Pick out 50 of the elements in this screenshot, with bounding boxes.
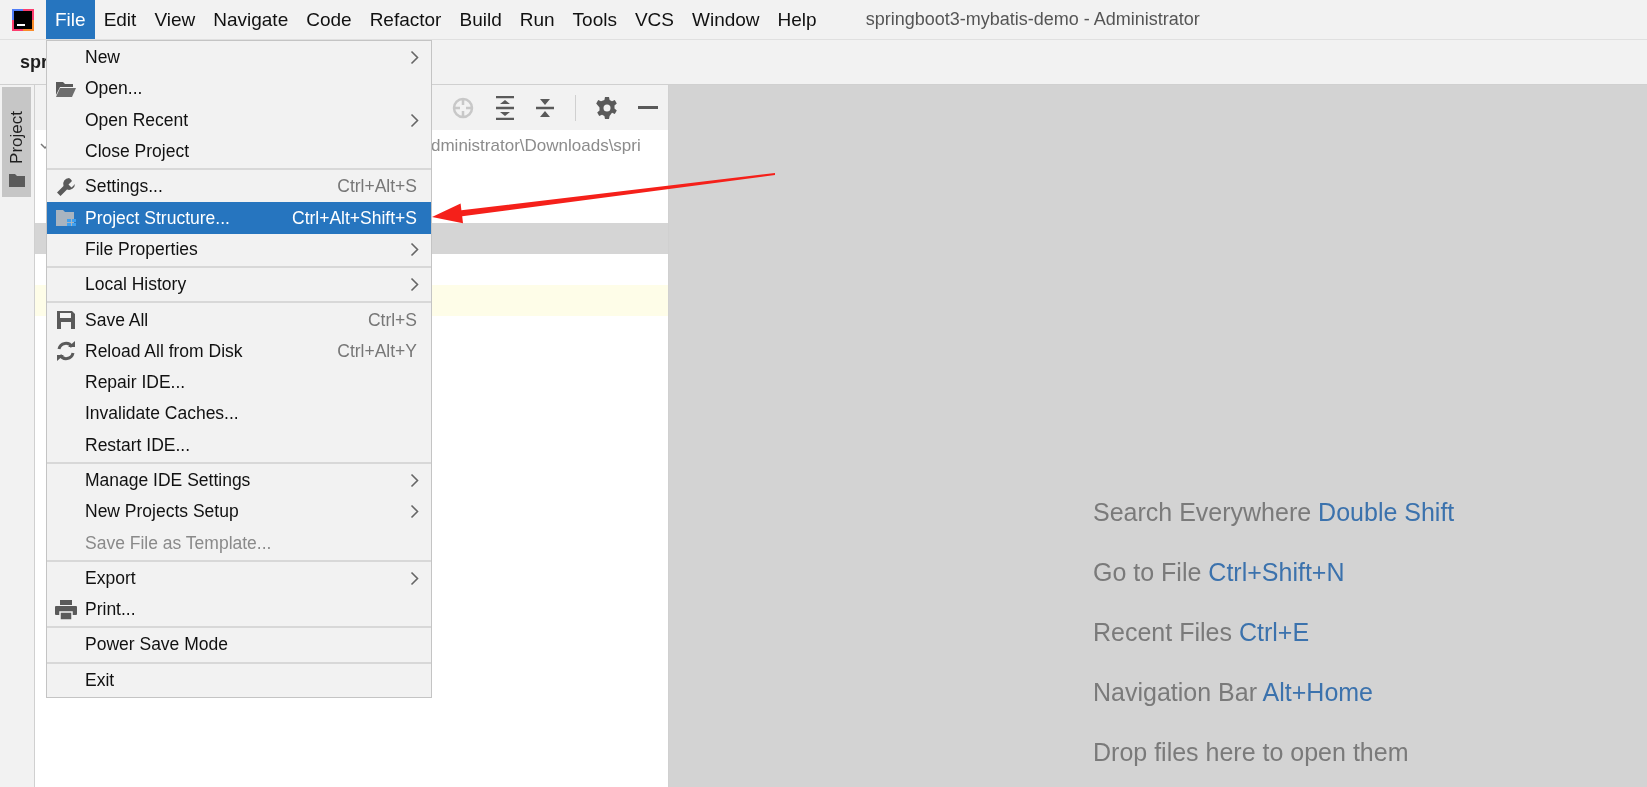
menu-item[interactable]: Repair IDE... (47, 366, 431, 399)
menu-bar-item[interactable]: Help (768, 0, 826, 39)
menu-item[interactable]: Settings... Ctrl+Alt+S (47, 171, 431, 203)
menu-bar-item[interactable]: Navigate (204, 0, 298, 39)
menu-bar-item[interactable]: View (145, 0, 205, 39)
menu-item[interactable]: New (47, 42, 431, 74)
expand-all-icon[interactable] (495, 95, 515, 120)
menu-item[interactable]: Save All Ctrl+S (47, 304, 431, 336)
menu-item[interactable]: Exit (47, 664, 431, 696)
editor-hint: Go to File Ctrl+Shift+N (1093, 557, 1346, 587)
settings-icon[interactable] (596, 96, 618, 119)
menu-item[interactable]: Invalidate Caches... (47, 398, 431, 430)
menu-item[interactable]: Project Structure... Ctrl+Alt+Shift+S (47, 202, 431, 234)
menu-item[interactable]: Close Project (47, 135, 431, 168)
editor-hint: Search Everywhere Double Shift (1093, 497, 1456, 527)
menu-item[interactable]: Print... (47, 594, 431, 626)
menu-bar-item[interactable]: Code (297, 0, 361, 39)
printer-icon (55, 599, 77, 620)
editor-hint: Recent Files Ctrl+E (1093, 617, 1311, 647)
project-path: dministrator\Downloads\spri (431, 135, 641, 156)
menu-bar-item[interactable]: Run (510, 0, 564, 39)
menu-bar-item[interactable]: Window (683, 0, 769, 39)
menu-bar-item[interactable]: Build (450, 0, 511, 39)
window-title: springboot3-mybatis-demo - Administrator (865, 9, 1200, 30)
menu-bar-item[interactable]: Tools (563, 0, 626, 39)
menu-item[interactable]: Power Save Mode (47, 629, 431, 661)
editor-hint: Drop files here to open them (1093, 737, 1410, 767)
menu-item[interactable]: File Properties (47, 233, 431, 266)
breadcrumb[interactable]: spr (20, 51, 48, 73)
minimize-icon[interactable] (638, 105, 658, 110)
folder-icon (55, 79, 77, 98)
menu-item[interactable]: Reload All from Disk Ctrl+Alt+Y (47, 335, 431, 367)
menu-item[interactable]: Manage IDE Settings (47, 464, 431, 497)
menu-bar-item[interactable]: Refactor (360, 0, 451, 39)
menu-item[interactable]: Export (47, 562, 431, 595)
editor-hint: Navigation Bar Alt+Home (1093, 677, 1375, 707)
folder-icon (8, 174, 25, 187)
menu-bar-item[interactable]: File (46, 0, 95, 39)
menu-bar-item[interactable]: Edit (94, 0, 146, 39)
folder-icon (55, 209, 77, 228)
menu-item[interactable]: Open... (47, 73, 431, 105)
reload-icon (56, 341, 76, 362)
menu-item[interactable]: New Projects Setup (47, 496, 431, 528)
app-logo-icon[interactable] (12, 8, 34, 31)
wrench-icon (56, 176, 76, 197)
tool-window-tab[interactable]: Project (2, 87, 31, 197)
menu-item[interactable]: Open Recent (47, 104, 431, 136)
menu-item[interactable]: Local History (47, 269, 431, 301)
menu-item[interactable]: Restart IDE... (47, 429, 431, 461)
menu-bar-item[interactable]: VCS (625, 0, 683, 39)
